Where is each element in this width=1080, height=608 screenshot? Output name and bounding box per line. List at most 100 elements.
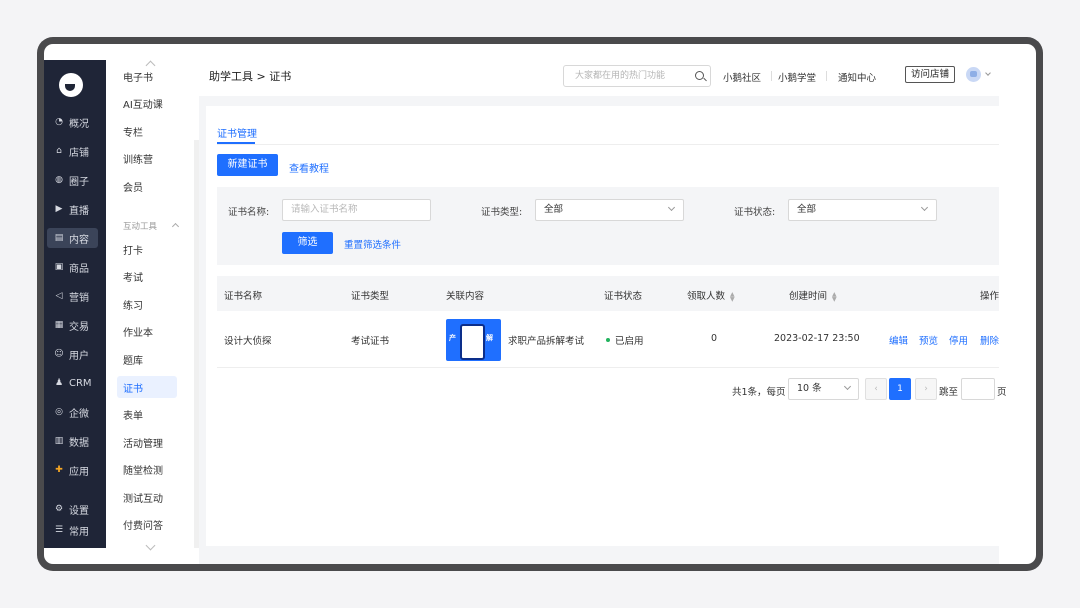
wecom-icon: ◎ bbox=[55, 406, 63, 417]
prev-page-button[interactable]: ‹ bbox=[865, 378, 887, 400]
action-preview[interactable]: 预览 bbox=[919, 333, 938, 347]
action-delete[interactable]: 删除 bbox=[980, 333, 999, 347]
cell-related[interactable]: 求职产品拆解考试 bbox=[508, 333, 584, 347]
link-academy[interactable]: 小鹅学堂 bbox=[778, 70, 816, 84]
sub-item-class-test[interactable]: 随堂检测 bbox=[117, 458, 177, 480]
sub-item-activity[interactable]: 活动管理 bbox=[117, 431, 177, 453]
sub-item-checkin[interactable]: 打卡 bbox=[117, 238, 177, 260]
page-size-select[interactable]: 10 条 bbox=[788, 378, 859, 400]
nav-label: 企微 bbox=[69, 408, 89, 420]
sub-item-exam[interactable]: 考试 bbox=[117, 265, 177, 287]
nav-item-content[interactable]: ▤ 内容 bbox=[44, 227, 106, 249]
new-certificate-button[interactable]: 新建证书 bbox=[217, 154, 278, 176]
sub-item-ebook[interactable]: 电子书 bbox=[117, 65, 177, 87]
nav-item-marketing[interactable]: ◁ 营销 bbox=[44, 285, 106, 307]
next-page-button[interactable]: › bbox=[915, 378, 937, 400]
sub-item-member[interactable]: 会员 bbox=[117, 175, 177, 197]
sort-icon[interactable]: ▲ ▼ bbox=[730, 291, 735, 302]
sub-item-paid-qa[interactable]: 付费问答 bbox=[117, 513, 177, 535]
sub-item-form[interactable]: 表单 bbox=[117, 403, 177, 425]
collapse-caret-icon[interactable] bbox=[171, 222, 180, 231]
scroll-down-icon[interactable] bbox=[145, 540, 156, 551]
certificate-type-select[interactable]: 全部 bbox=[535, 199, 684, 221]
action-edit[interactable]: 编辑 bbox=[889, 333, 908, 347]
nav-item-settings[interactable]: ⚙ 设置 bbox=[44, 498, 106, 520]
nav-item-crm[interactable]: ♟ CRM bbox=[44, 372, 106, 394]
sub-item-question-bank[interactable]: 题库 bbox=[117, 348, 177, 370]
col-header-status: 证书状态 bbox=[604, 291, 643, 302]
nav-item-live[interactable]: ▶ 直播 bbox=[44, 198, 106, 220]
nav-label: 商品 bbox=[69, 263, 89, 275]
sub-item-ai-course[interactable]: AI互动课 bbox=[117, 92, 177, 114]
nav-label: 概况 bbox=[69, 118, 89, 130]
sub-item-column[interactable]: 专栏 bbox=[117, 120, 177, 142]
select-value: 10 条 bbox=[797, 383, 822, 394]
avatar[interactable] bbox=[966, 67, 981, 82]
link-community[interactable]: 小鹅社区 bbox=[723, 70, 761, 84]
select-value: 全部 bbox=[797, 204, 817, 215]
gear-icon: ⚙ bbox=[54, 503, 64, 514]
chevron-down-icon[interactable] bbox=[985, 70, 991, 76]
filter-button[interactable]: 筛选 bbox=[282, 232, 333, 254]
sub-item-practice[interactable]: 练习 bbox=[117, 293, 177, 315]
col-header-actions: 操作 bbox=[980, 291, 1000, 302]
sub-item-homework[interactable]: 作业本 bbox=[117, 320, 177, 342]
nav-item-goods[interactable]: ▣ 商品 bbox=[44, 256, 106, 278]
sub-item-certificate[interactable]: 证书 bbox=[117, 376, 177, 398]
trade-icon: ▦ bbox=[54, 319, 64, 330]
nav-item-shop[interactable]: ⌂ 店铺 bbox=[44, 140, 106, 162]
col-header-created[interactable]: 创建时间 ▲ ▼ bbox=[789, 288, 837, 302]
certificate-name-input[interactable]: 请输入证书名称 bbox=[282, 199, 431, 221]
divider bbox=[826, 71, 827, 81]
link-notifications[interactable]: 通知中心 bbox=[838, 70, 876, 84]
tutorial-link[interactable]: 查看教程 bbox=[289, 160, 329, 175]
nav-label: 店铺 bbox=[69, 147, 89, 159]
cell-created: 2023-02-17 23:50 bbox=[774, 333, 860, 344]
nav-item-overview[interactable]: ◔ 概况 bbox=[44, 111, 106, 133]
nav-item-user[interactable]: ☺ 用户 bbox=[44, 343, 106, 365]
app-screen: ◔ 概况 ⌂ 店铺 ◍ 圈子 ▶ 直播 ▤ 内容 ▣ 商品 ◁ 营销 ▦ 交易 ☺ 用户 ♟ CRM… bbox=[44, 44, 1036, 564]
status-dot-icon bbox=[606, 338, 610, 342]
sub-item-test-interaction[interactable]: 测试互动 bbox=[117, 486, 177, 508]
nav-label: CRM bbox=[69, 377, 92, 389]
data-icon: ▥ bbox=[54, 435, 64, 446]
filter-status-label: 证书状态: bbox=[734, 207, 776, 218]
tab-certificate-management[interactable]: 证书管理 bbox=[217, 125, 257, 140]
search-icon[interactable] bbox=[695, 71, 704, 80]
thumb-text: 产 bbox=[449, 334, 456, 342]
nav-item-common[interactable]: ☰ 常用 bbox=[44, 519, 106, 541]
nav-label: 用户 bbox=[69, 350, 89, 362]
nav-item-wecom[interactable]: ◎ 企微 bbox=[44, 401, 106, 423]
chevron-down-icon bbox=[843, 382, 852, 391]
select-value: 全部 bbox=[544, 204, 564, 215]
search-input[interactable]: 大家都在用的热门功能 bbox=[563, 65, 711, 87]
group-label-interactive-tools[interactable]: 互动工具 bbox=[123, 220, 157, 232]
content-icon: ▤ bbox=[54, 232, 64, 243]
nav-label: 常用 bbox=[69, 526, 89, 538]
sort-icon[interactable]: ▲ ▼ bbox=[832, 291, 837, 302]
secondary-sidebar: 电子书 AI互动课 专栏 训练营 会员 互动工具 打卡 考试 练习 作业本 题库… bbox=[106, 60, 194, 551]
related-content-thumbnail[interactable]: 产 解 bbox=[446, 319, 501, 361]
jump-page-input[interactable] bbox=[961, 378, 995, 400]
page-1-button[interactable]: 1 bbox=[889, 378, 911, 400]
col-header-count[interactable]: 领取人数 ▲ ▼ bbox=[687, 288, 735, 302]
thumb-text: 解 bbox=[486, 334, 493, 342]
nav-item-trade[interactable]: ▦ 交易 bbox=[44, 314, 106, 336]
nav-item-data[interactable]: ▥ 数据 bbox=[44, 430, 106, 452]
app-logo[interactable] bbox=[59, 73, 83, 97]
action-disable[interactable]: 停用 bbox=[949, 333, 968, 347]
certificate-status-select[interactable]: 全部 bbox=[788, 199, 937, 221]
sub-item-camp[interactable]: 训练营 bbox=[117, 147, 177, 169]
visit-shop-button[interactable]: 访问店铺 bbox=[905, 66, 955, 83]
nav-item-circle[interactable]: ◍ 圈子 bbox=[44, 169, 106, 191]
crm-icon: ♟ bbox=[54, 377, 64, 388]
nav-label: 圈子 bbox=[69, 176, 89, 188]
col-header-related: 关联内容 bbox=[446, 291, 485, 302]
nav-label: 内容 bbox=[69, 234, 89, 246]
divider bbox=[217, 144, 999, 145]
nav-item-apps[interactable]: ✚ 应用 bbox=[44, 459, 106, 481]
cell-status: 已启用 bbox=[615, 336, 644, 347]
breadcrumb: 助学工具 > 证书 bbox=[209, 70, 292, 83]
reset-filter-link[interactable]: 重置筛选条件 bbox=[344, 237, 401, 251]
list-icon: ☰ bbox=[54, 524, 64, 535]
